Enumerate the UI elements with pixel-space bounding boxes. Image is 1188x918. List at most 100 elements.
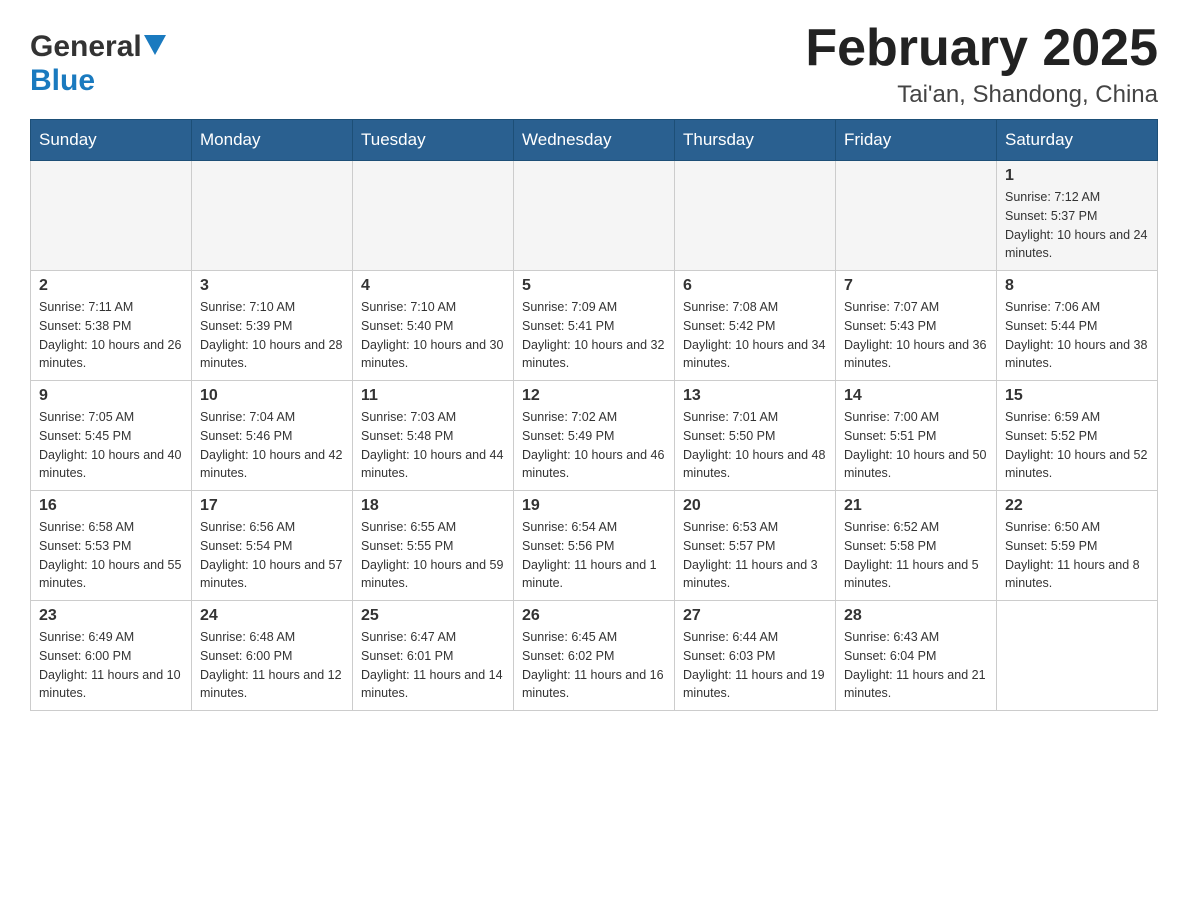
- day-number: 26: [522, 607, 666, 625]
- day-number: 22: [1005, 497, 1149, 515]
- day-of-week-header: Sunday: [31, 120, 192, 161]
- calendar-day-cell: 23 Sunrise: 6:49 AM Sunset: 6:00 PM Dayli…: [31, 601, 192, 711]
- day-number: 13: [683, 387, 827, 405]
- day-number: 24: [200, 607, 344, 625]
- day-info: Sunrise: 6:58 AM Sunset: 5:53 PM Dayligh…: [39, 518, 183, 593]
- day-number: 11: [361, 387, 505, 405]
- calendar-day-cell: 7Sunrise: 7:07 AM Sunset: 5:43 PM Daylig…: [836, 271, 997, 381]
- calendar-day-cell: 4 Sunrise: 7:10 AM Sunset: 5:40 PM Daylig…: [353, 271, 514, 381]
- day-info: Sunrise: 7:02 AM Sunset: 5:49 PM Dayligh…: [522, 408, 666, 483]
- day-number: 5: [522, 277, 666, 295]
- day-info: Sunrise: 6:49 AM Sunset: 6:00 PM Dayligh…: [39, 628, 183, 703]
- calendar-day-cell: 25Sunrise: 6:47 AM Sunset: 6:01 PM Dayli…: [353, 601, 514, 711]
- calendar-day-cell: [353, 161, 514, 271]
- day-of-week-header: Saturday: [997, 120, 1158, 161]
- logo: General Blue: [30, 20, 166, 98]
- day-info: Sunrise: 7:12 AM Sunset: 5:37 PM Dayligh…: [1005, 188, 1149, 263]
- page-header: General Blue February 2025 Tai'an, Shand…: [30, 20, 1158, 109]
- day-info: Sunrise: 6:45 AM Sunset: 6:02 PM Dayligh…: [522, 628, 666, 703]
- day-info: Sunrise: 6:54 AM Sunset: 5:56 PM Dayligh…: [522, 518, 666, 593]
- day-info: Sunrise: 7:10 AM Sunset: 5:39 PM Dayligh…: [200, 298, 344, 373]
- day-info: Sunrise: 6:43 AM Sunset: 6:04 PM Dayligh…: [844, 628, 988, 703]
- day-of-week-header: Tuesday: [353, 120, 514, 161]
- day-info: Sunrise: 7:05 AM Sunset: 5:45 PM Dayligh…: [39, 408, 183, 483]
- calendar-day-cell: 27 Sunrise: 6:44 AM Sunset: 6:03 PM Dayli…: [675, 601, 836, 711]
- day-info: Sunrise: 7:10 AM Sunset: 5:40 PM Dayligh…: [361, 298, 505, 373]
- day-of-week-header: Thursday: [675, 120, 836, 161]
- calendar-day-cell: 5 Sunrise: 7:09 AM Sunset: 5:41 PM Daylig…: [514, 271, 675, 381]
- day-number: 3: [200, 277, 344, 295]
- calendar-day-cell: 16 Sunrise: 6:58 AM Sunset: 5:53 PM Dayli…: [31, 491, 192, 601]
- calendar-week-row: 2 Sunrise: 7:11 AM Sunset: 5:38 PM Daylig…: [31, 271, 1158, 381]
- calendar-header-row: SundayMondayTuesdayWednesdayThursdayFrid…: [31, 120, 1158, 161]
- calendar-day-cell: 10Sunrise: 7:04 AM Sunset: 5:46 PM Dayli…: [192, 381, 353, 491]
- calendar-day-cell: 12Sunrise: 7:02 AM Sunset: 5:49 PM Dayli…: [514, 381, 675, 491]
- day-number: 18: [361, 497, 505, 515]
- day-number: 15: [1005, 387, 1149, 405]
- calendar-day-cell: 18 Sunrise: 6:55 AM Sunset: 5:55 PM Dayli…: [353, 491, 514, 601]
- day-number: 8: [1005, 277, 1149, 295]
- day-number: 23: [39, 607, 183, 625]
- calendar-day-cell: [675, 161, 836, 271]
- day-number: 27: [683, 607, 827, 625]
- day-number: 4: [361, 277, 505, 295]
- day-info: Sunrise: 7:09 AM Sunset: 5:41 PM Dayligh…: [522, 298, 666, 373]
- page-subtitle: Tai'an, Shandong, China: [805, 81, 1158, 109]
- day-info: Sunrise: 7:00 AM Sunset: 5:51 PM Dayligh…: [844, 408, 988, 483]
- calendar-day-cell: 3 Sunrise: 7:10 AM Sunset: 5:39 PM Daylig…: [192, 271, 353, 381]
- day-info: Sunrise: 6:53 AM Sunset: 5:57 PM Dayligh…: [683, 518, 827, 593]
- day-number: 17: [200, 497, 344, 515]
- day-info: Sunrise: 6:52 AM Sunset: 5:58 PM Dayligh…: [844, 518, 988, 593]
- day-info: Sunrise: 7:08 AM Sunset: 5:42 PM Dayligh…: [683, 298, 827, 373]
- calendar-day-cell: 21 Sunrise: 6:52 AM Sunset: 5:58 PM Dayli…: [836, 491, 997, 601]
- day-info: Sunrise: 6:47 AM Sunset: 6:01 PM Dayligh…: [361, 628, 505, 703]
- calendar-day-cell: 26 Sunrise: 6:45 AM Sunset: 6:02 PM Dayli…: [514, 601, 675, 711]
- calendar-day-cell: 19 Sunrise: 6:54 AM Sunset: 5:56 PM Dayli…: [514, 491, 675, 601]
- day-of-week-header: Friday: [836, 120, 997, 161]
- logo-general-text: General: [30, 30, 142, 64]
- day-info: Sunrise: 6:50 AM Sunset: 5:59 PM Dayligh…: [1005, 518, 1149, 593]
- calendar-week-row: 1Sunrise: 7:12 AM Sunset: 5:37 PM Daylig…: [31, 161, 1158, 271]
- day-info: Sunrise: 7:03 AM Sunset: 5:48 PM Dayligh…: [361, 408, 505, 483]
- day-info: Sunrise: 6:48 AM Sunset: 6:00 PM Dayligh…: [200, 628, 344, 703]
- day-number: 6: [683, 277, 827, 295]
- day-of-week-header: Monday: [192, 120, 353, 161]
- calendar-day-cell: 14 Sunrise: 7:00 AM Sunset: 5:51 PM Dayli…: [836, 381, 997, 491]
- day-info: Sunrise: 7:11 AM Sunset: 5:38 PM Dayligh…: [39, 298, 183, 373]
- calendar-day-cell: 22 Sunrise: 6:50 AM Sunset: 5:59 PM Dayli…: [997, 491, 1158, 601]
- day-info: Sunrise: 6:44 AM Sunset: 6:03 PM Dayligh…: [683, 628, 827, 703]
- day-number: 14: [844, 387, 988, 405]
- day-number: 7: [844, 277, 988, 295]
- day-number: 16: [39, 497, 183, 515]
- calendar-day-cell: 9 Sunrise: 7:05 AM Sunset: 5:45 PM Daylig…: [31, 381, 192, 491]
- calendar-day-cell: [192, 161, 353, 271]
- day-number: 28: [844, 607, 988, 625]
- day-number: 21: [844, 497, 988, 515]
- day-number: 2: [39, 277, 183, 295]
- calendar-day-cell: 24 Sunrise: 6:48 AM Sunset: 6:00 PM Dayli…: [192, 601, 353, 711]
- day-info: Sunrise: 6:56 AM Sunset: 5:54 PM Dayligh…: [200, 518, 344, 593]
- calendar-week-row: 16 Sunrise: 6:58 AM Sunset: 5:53 PM Dayli…: [31, 491, 1158, 601]
- page-title: February 2025: [805, 20, 1158, 77]
- calendar-day-cell: [31, 161, 192, 271]
- calendar-day-cell: 13 Sunrise: 7:01 AM Sunset: 5:50 PM Dayli…: [675, 381, 836, 491]
- day-number: 20: [683, 497, 827, 515]
- calendar-day-cell: 20 Sunrise: 6:53 AM Sunset: 5:57 PM Dayli…: [675, 491, 836, 601]
- day-number: 9: [39, 387, 183, 405]
- day-of-week-header: Wednesday: [514, 120, 675, 161]
- calendar-week-row: 23 Sunrise: 6:49 AM Sunset: 6:00 PM Dayli…: [31, 601, 1158, 711]
- logo-arrow-icon: [144, 35, 166, 55]
- calendar-day-cell: 15 Sunrise: 6:59 AM Sunset: 5:52 PM Dayli…: [997, 381, 1158, 491]
- day-info: Sunrise: 6:59 AM Sunset: 5:52 PM Dayligh…: [1005, 408, 1149, 483]
- calendar-day-cell: 1Sunrise: 7:12 AM Sunset: 5:37 PM Daylig…: [997, 161, 1158, 271]
- day-info: Sunrise: 6:55 AM Sunset: 5:55 PM Dayligh…: [361, 518, 505, 593]
- day-info: Sunrise: 7:01 AM Sunset: 5:50 PM Dayligh…: [683, 408, 827, 483]
- calendar-day-cell: 6 Sunrise: 7:08 AM Sunset: 5:42 PM Daylig…: [675, 271, 836, 381]
- day-number: 10: [200, 387, 344, 405]
- calendar-day-cell: [514, 161, 675, 271]
- calendar-table: SundayMondayTuesdayWednesdayThursdayFrid…: [30, 119, 1158, 711]
- calendar-day-cell: 11 Sunrise: 7:03 AM Sunset: 5:48 PM Dayli…: [353, 381, 514, 491]
- calendar-day-cell: 28 Sunrise: 6:43 AM Sunset: 6:04 PM Dayli…: [836, 601, 997, 711]
- day-info: Sunrise: 7:06 AM Sunset: 5:44 PM Dayligh…: [1005, 298, 1149, 373]
- day-number: 19: [522, 497, 666, 515]
